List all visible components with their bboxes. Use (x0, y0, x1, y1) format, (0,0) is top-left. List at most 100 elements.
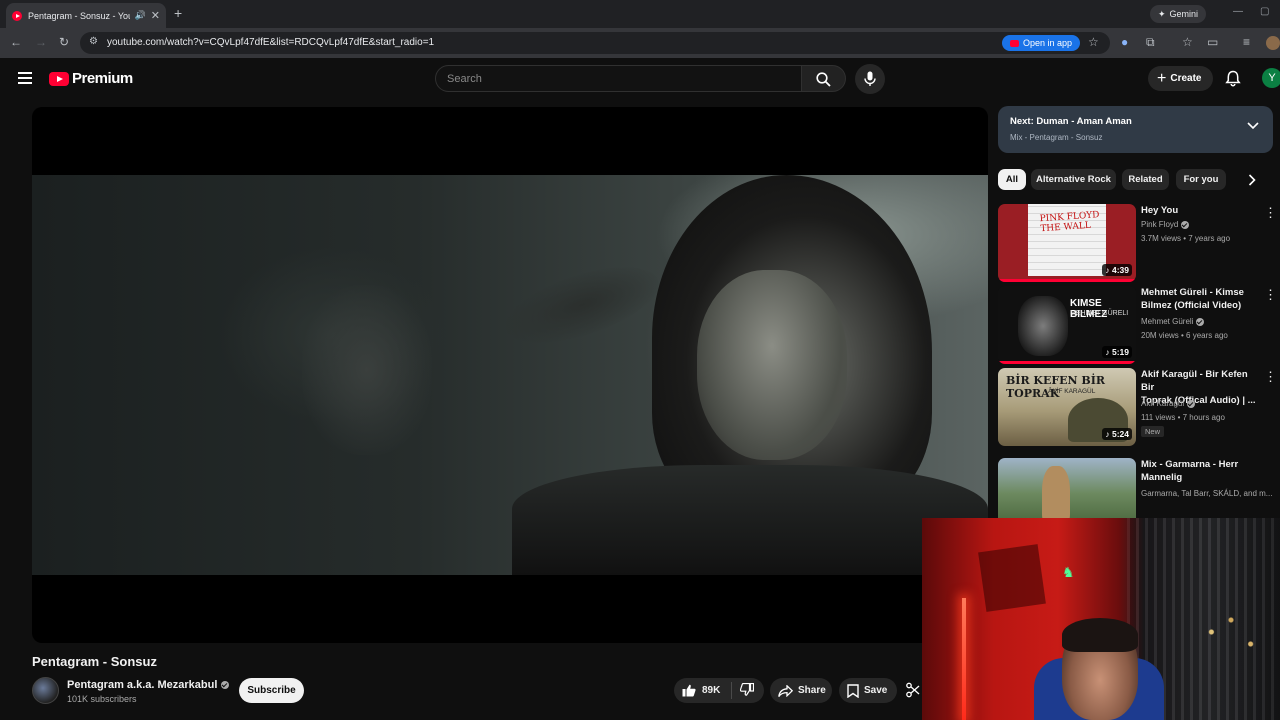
more-options-icon[interactable]: ⋮ (1264, 206, 1277, 219)
thumbnail-text: PINK FLOYD THE WALL (1039, 210, 1100, 235)
chevron-right-icon[interactable] (1248, 174, 1256, 186)
address-bar[interactable]: ⚙ youtube.com/watch?v=CQvLpf47dfE&list=R… (80, 32, 1110, 54)
chevron-down-icon[interactable] (1247, 122, 1259, 130)
chip-for-you[interactable]: For you (1176, 169, 1226, 190)
youtube-premium-logo[interactable]: Premium (49, 70, 133, 87)
list-item[interactable]: KIMSE BILMEZ MEHMET GÜRELI ♪ 5:19 Mehmet… (998, 286, 1280, 364)
new-badge: New (1141, 426, 1165, 437)
video-thumbnail[interactable]: KIMSE BILMEZ MEHMET GÜRELI ♪ 5:19 (998, 286, 1136, 364)
logo-text: Premium (72, 70, 133, 87)
playlist-next-panel[interactable]: Next: Duman - Aman Aman Mix - Pentagram … (998, 106, 1273, 153)
close-tab-icon[interactable]: ✕ (151, 9, 160, 22)
search-box[interactable] (435, 65, 802, 92)
channel-name-row[interactable]: Pentagram a.k.a. Mezarkabul (67, 679, 230, 691)
video-thumbnail[interactable]: PINK FLOYD THE WALL ♪ 4:39 (998, 204, 1136, 282)
list-item[interactable]: Mix - Garmarna - Herr Mannelig Garmarna,… (998, 458, 1280, 518)
more-options-icon[interactable]: ⋮ (1264, 288, 1277, 301)
bookmarks-star-icon[interactable]: ☆ (1182, 35, 1193, 49)
verified-check-icon (1187, 399, 1196, 408)
create-button[interactable]: + Create (1148, 66, 1214, 91)
like-count: 89K (702, 685, 721, 696)
webcam-led-strip (962, 598, 966, 720)
rec-meta: 20M views • 6 years ago (1141, 331, 1228, 340)
forward-arrow-icon[interactable]: → (35, 35, 47, 49)
rec-meta: 3.7M views • 7 years ago (1141, 234, 1231, 243)
bookmark-star-icon[interactable]: ☆ (1088, 35, 1099, 49)
menu-hamburger-icon[interactable] (18, 72, 32, 84)
browser-tab-strip: Pentagram - Sonsuz - YouTube 🔊 ✕ + ✦ Gem… (0, 0, 1280, 28)
webcam-wall-poster (978, 544, 1046, 612)
rec-title-line-1: Hey You (1141, 205, 1179, 216)
ghost-figure-icon: ♞ (1062, 564, 1075, 580)
rec-title: Hey You (1141, 204, 1259, 217)
like-button[interactable]: 89K (674, 682, 732, 699)
notifications-bell-icon[interactable] (1225, 70, 1241, 87)
subscriber-count: 101K subscribers (67, 694, 137, 704)
site-info-icon[interactable]: ⚙ (89, 36, 98, 47)
back-arrow-icon[interactable]: ← (10, 35, 22, 49)
chip-all[interactable]: All (998, 169, 1026, 190)
webcam-city-lights (1182, 608, 1280, 668)
reload-icon[interactable]: ↻ (59, 35, 69, 49)
voice-search-button[interactable] (855, 64, 885, 94)
thumbnail-title: BİR KEFEN BİR TOPRAK (1006, 374, 1106, 400)
save-button[interactable]: Save (839, 678, 897, 703)
url-text[interactable]: youtube.com/watch?v=CQvLpf47dfE&list=RDC… (107, 37, 434, 48)
browser-tab-youtube[interactable]: Pentagram - Sonsuz - YouTube 🔊 ✕ (6, 3, 166, 28)
video-frame (32, 175, 988, 575)
speaker-icon[interactable]: 🔊 (135, 10, 146, 21)
more-options-icon[interactable]: ⋮ (1264, 370, 1277, 383)
filter-chips-bar: All Alternative Rock Related For you (998, 169, 1280, 191)
new-tab-button[interactable]: + (174, 5, 182, 21)
extension-circle-icon[interactable]: ● (1121, 35, 1128, 49)
video-thumbnail[interactable]: BİR KEFEN BİR TOPRAK ÂKİF KARAGÜL ♪ 5:24 (998, 368, 1136, 446)
rec-title: Mix - Garmarna - Herr Mannelig (1141, 458, 1259, 484)
bookmark-save-icon (847, 683, 859, 698)
thumbnail-portrait (1018, 296, 1068, 356)
save-label: Save (864, 685, 888, 696)
gemini-button[interactable]: ✦ Gemini (1150, 5, 1207, 23)
next-up-title: Next: Duman - Aman Aman (1010, 116, 1132, 127)
share-label: Share (798, 685, 826, 696)
account-avatar[interactable]: Y (1262, 68, 1280, 88)
chip-alternative-rock[interactable]: Alternative Rock (1031, 169, 1116, 190)
rec-title: Mehmet Güreli - Kimse Bilmez (Official V… (1141, 286, 1259, 312)
channel-avatar[interactable] (32, 677, 59, 704)
search-input[interactable] (436, 66, 801, 91)
chip-related[interactable]: Related (1122, 169, 1169, 190)
subscribe-button[interactable]: Subscribe (239, 678, 304, 703)
video-thumbnail[interactable] (998, 458, 1136, 518)
rec-channel: Âkif Karagül (1141, 399, 1185, 408)
webcam-person-hair (1062, 618, 1138, 652)
minimize-window-icon[interactable]: — (1233, 6, 1243, 17)
tab-title: Pentagram - Sonsuz - YouTube (28, 10, 130, 21)
dislike-button[interactable] (732, 682, 755, 699)
profile-avatar-icon[interactable] (1266, 36, 1280, 50)
rec-channel-row: Pink Floyd (1141, 220, 1190, 229)
rec-title-line-2: Bilmez (Official Video) (1141, 300, 1242, 311)
duration-badge: ♪ 5:19 (1102, 346, 1132, 358)
thumbs-up-icon (682, 684, 696, 697)
list-item[interactable]: BİR KEFEN BİR TOPRAK ÂKİF KARAGÜL ♪ 5:24… (998, 368, 1280, 446)
channel-name[interactable]: Pentagram a.k.a. Mezarkabul (67, 679, 217, 691)
maximize-window-icon[interactable]: ▢ (1260, 6, 1269, 17)
verified-check-icon (1181, 220, 1190, 229)
watch-progress-bar (998, 279, 1136, 282)
rec-title-line-1: Mix - Garmarna - Herr (1141, 459, 1239, 470)
plus-icon: + (1157, 69, 1167, 87)
extensions-puzzle-icon[interactable]: ⧉ (1146, 35, 1155, 50)
clip-scissors-icon[interactable] (906, 682, 920, 698)
reading-list-icon[interactable]: ≡ (1243, 35, 1250, 49)
search-icon (816, 72, 831, 87)
sparkle-icon: ✦ (1158, 8, 1166, 19)
share-button[interactable]: Share (770, 678, 832, 703)
duration-text: 5:24 (1111, 429, 1129, 439)
open-in-app-button[interactable]: Open in app (1002, 35, 1081, 51)
tab-search-icon[interactable]: ▭ (1207, 35, 1218, 49)
search-button[interactable] (802, 65, 846, 92)
create-label: Create (1170, 73, 1202, 84)
youtube-app-icon (1010, 39, 1019, 47)
list-item[interactable]: PINK FLOYD THE WALL ♪ 4:39 Hey You Pink … (998, 204, 1280, 282)
video-player[interactable] (32, 107, 988, 643)
verified-check-icon (1196, 317, 1205, 326)
